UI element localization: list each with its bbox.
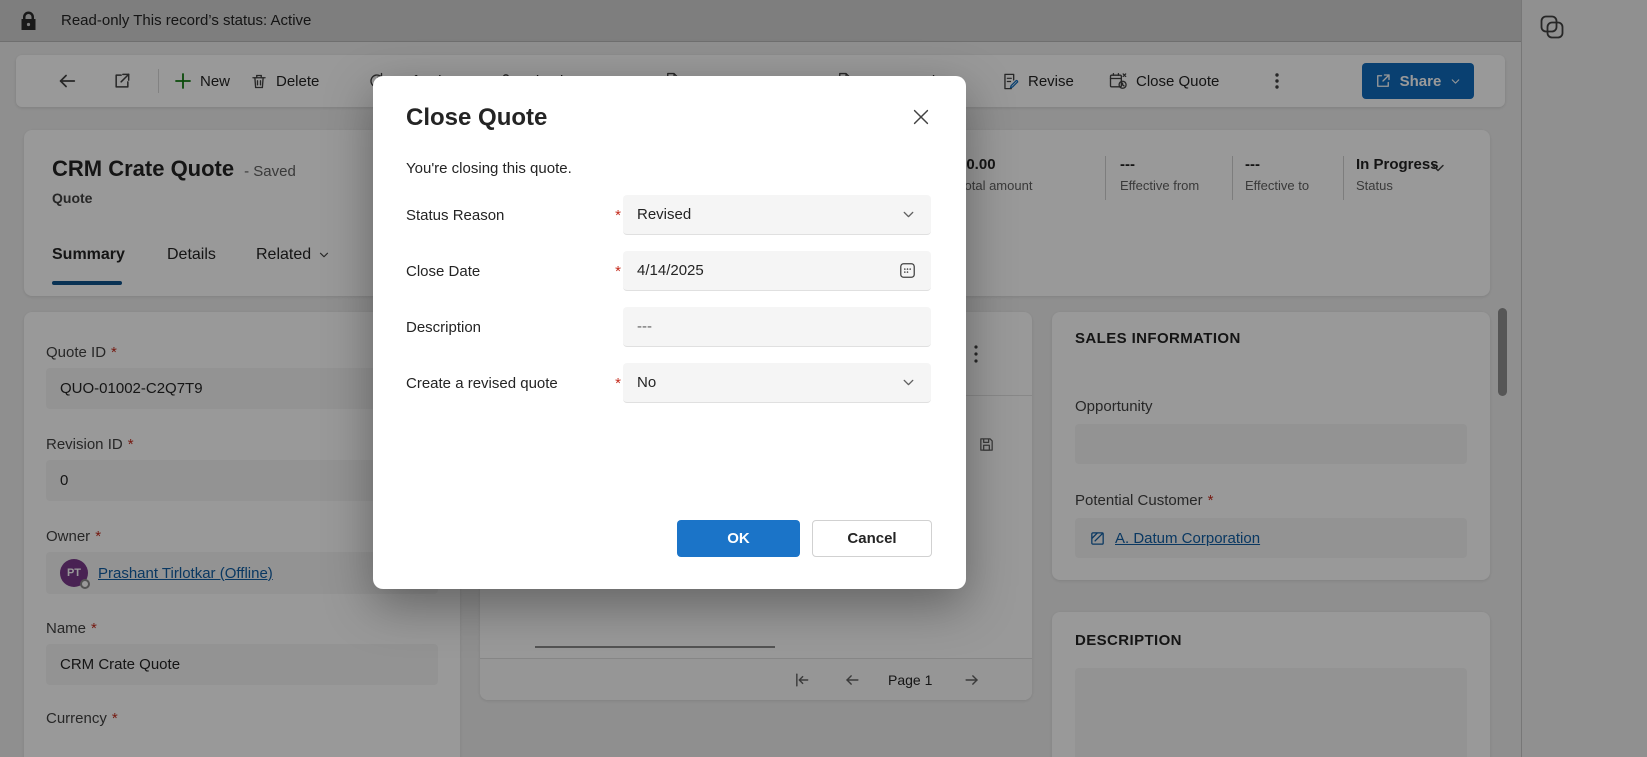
- cancel-button[interactable]: Cancel: [812, 520, 932, 557]
- close-quote-dialog: Close Quote You're closing this quote. S…: [373, 76, 966, 589]
- status-reason-label: Status Reason *: [406, 206, 621, 224]
- chevron-down-icon: [900, 206, 917, 223]
- dialog-subtitle: You're closing this quote.: [406, 160, 572, 177]
- app-root: Read-only This record’s status: Active N…: [0, 0, 1647, 757]
- create-revised-quote-select[interactable]: No: [623, 363, 931, 403]
- calendar-icon[interactable]: [898, 261, 917, 280]
- ok-button[interactable]: OK: [677, 520, 800, 557]
- create-revised-quote-label: Create a revised quote *: [406, 374, 621, 392]
- status-reason-select[interactable]: Revised: [623, 195, 931, 235]
- required-asterisk: *: [615, 374, 621, 392]
- close-icon[interactable]: [910, 102, 940, 132]
- chevron-down-icon: [900, 374, 917, 391]
- description-input[interactable]: ---: [623, 307, 931, 347]
- description-placeholder: ---: [637, 318, 652, 335]
- required-asterisk: *: [615, 262, 621, 280]
- dialog-title: Close Quote: [406, 104, 548, 131]
- description-label: Description: [406, 318, 482, 336]
- close-date-label: Close Date *: [406, 262, 621, 280]
- close-date-input[interactable]: 4/14/2025: [623, 251, 931, 291]
- required-asterisk: *: [615, 206, 621, 224]
